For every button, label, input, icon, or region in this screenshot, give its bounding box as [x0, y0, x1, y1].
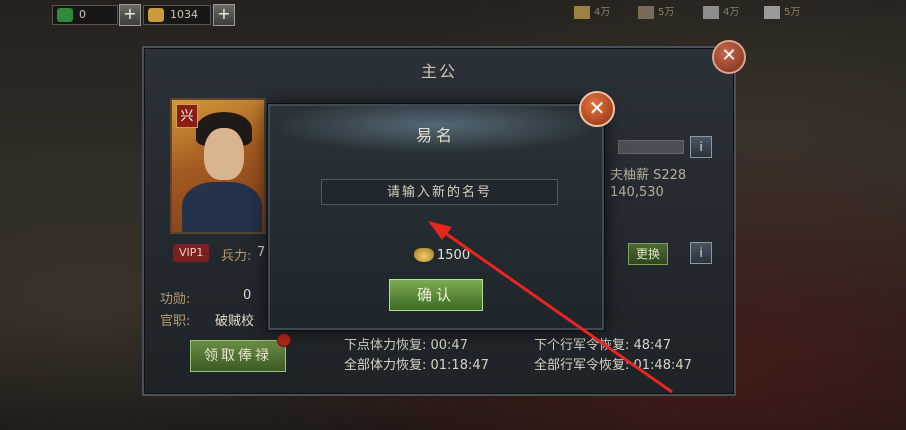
troop-horse: 4万 — [703, 5, 739, 21]
jade-value: 0 — [79, 8, 86, 21]
info-button-bottom[interactable]: i — [690, 242, 712, 264]
next-order-recovery: 下个行军令恢复: 48:47 — [534, 338, 671, 353]
panel-close-button[interactable]: ✕ — [712, 40, 746, 74]
faction-tag: 兴 — [176, 104, 198, 128]
troops-value: 7 — [257, 245, 266, 260]
panel-title: 主公 — [420, 62, 457, 81]
horse-icon — [703, 6, 719, 19]
gold-value: 1034 — [170, 8, 198, 21]
troop-cart: 5万 — [638, 5, 674, 21]
lord-portrait[interactable]: 兴 — [170, 98, 266, 234]
rename-cost: 1500 — [437, 248, 471, 263]
portrait-face — [204, 128, 244, 180]
portrait-body — [182, 182, 262, 232]
new-name-input[interactable] — [321, 179, 558, 205]
gold-ingot-icon — [148, 8, 164, 22]
spear-icon — [764, 6, 780, 19]
troop-spear: 5万 — [764, 5, 800, 21]
collect-salary-button[interactable]: 领取俸禄 — [190, 340, 286, 372]
vip-badge: VIP1 — [173, 244, 210, 262]
merit-label: 功勋: — [160, 292, 191, 307]
all-order-recovery: 全部行军令恢复: 01:48:47 — [534, 358, 692, 373]
jade-icon — [57, 8, 73, 22]
all-stamina-recovery: 全部体力恢复: 01:18:47 — [344, 358, 489, 373]
troops-label: 兵力: — [221, 249, 252, 264]
notification-dot — [277, 333, 291, 347]
dialog-close-button[interactable]: ✕ — [579, 91, 615, 127]
office-value: 破贼校 — [215, 314, 255, 329]
replace-button[interactable]: 更换 — [628, 243, 668, 265]
troop-grain-value: 4万 — [594, 7, 611, 18]
exp-bar — [618, 140, 684, 154]
add-gold-button[interactable]: + — [213, 4, 235, 26]
dialog-title: 易名 — [415, 126, 456, 145]
confirm-button[interactable]: 确认 — [389, 279, 483, 311]
gold-ingot-icon — [414, 248, 434, 262]
info-button-top[interactable]: i — [690, 136, 712, 158]
troop-grain: 4万 — [574, 5, 610, 21]
troop-spear-value: 5万 — [784, 7, 801, 18]
grain-icon — [574, 6, 590, 19]
coordinates: 140,530 — [610, 185, 664, 200]
server-name: 夫柚薪 S228 — [610, 168, 687, 183]
cart-icon — [638, 6, 654, 19]
jade-resource: 0 — [52, 5, 118, 25]
next-stamina-recovery: 下点体力恢复: 00:47 — [344, 338, 468, 353]
troop-cart-value: 5万 — [658, 7, 675, 18]
add-jade-button[interactable]: + — [119, 4, 141, 26]
gold-resource: 1034 — [143, 5, 211, 25]
merit-value: 0 — [243, 288, 252, 303]
office-label: 官职: — [160, 314, 191, 329]
troop-horse-value: 4万 — [723, 7, 740, 18]
